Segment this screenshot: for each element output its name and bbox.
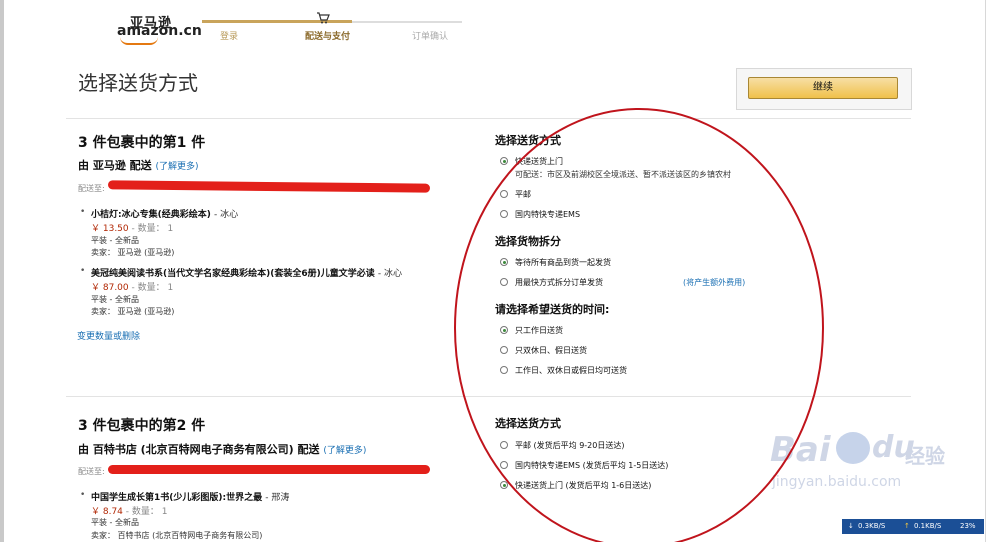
package1-learn-more-link[interactable]: (了解更多) [156, 162, 199, 172]
watermark-cn: 经验 [905, 444, 945, 468]
radio-ship-together[interactable] [500, 258, 508, 266]
option-label: 只工作日送货 [515, 326, 563, 335]
page-title: 选择送货方式 [78, 71, 198, 95]
extra-fee-note: (将产生额外费用) [683, 278, 746, 287]
step-login: 登录 [220, 32, 239, 42]
item-qty: - 数量： 1 [131, 283, 174, 293]
item-author: - 冰心 [377, 269, 402, 279]
radio-split-fastest[interactable] [500, 278, 508, 286]
item-price-value: ￥ 8.74 [91, 507, 123, 517]
item-qty: - 数量： 1 [131, 224, 174, 234]
step-shipping-payment: 配送与支付 [305, 32, 351, 42]
window-left-edge [0, 0, 4, 542]
option-label: 平邮 (发货后平均 9-20日送达) [515, 441, 625, 450]
item-author: - 冰心 [213, 210, 239, 220]
item-author: - 邢涛 [265, 493, 290, 503]
option-label: 国内特快专递EMS (发货后平均 1-5日送达) [515, 461, 669, 470]
option-label: 平邮 [515, 190, 531, 199]
radio-ems[interactable] [500, 210, 508, 218]
paw-icon [836, 432, 870, 464]
item-title: 中国学生成长第1书(少儿彩图版):世界之最 - 邢涛 [91, 490, 289, 503]
option-label: 快递送货上门 (发货后平均 1-6日送达) [515, 481, 652, 490]
logo-smile-icon [120, 37, 158, 45]
split-heading: 选择货物拆分 [495, 235, 561, 248]
radio-weekends-only[interactable] [500, 346, 508, 354]
item-title-link[interactable]: 中国学生成长第1书(少儿彩图版):世界之最 [91, 493, 262, 503]
step-order-confirm: 订单确认 [412, 32, 449, 42]
continue-button[interactable]: 继续 [748, 77, 898, 99]
shipping-method-heading: 选择送货方式 [495, 134, 561, 147]
option-label: 工作日、双休日或假日均可送货 [515, 366, 627, 375]
vertical-scrollbar[interactable] [985, 0, 1000, 542]
option-label: 快递送货上门 [515, 157, 563, 166]
watermark-logo: Bai [770, 430, 831, 470]
item-seller: 卖家： 亚马逊 (亚马逊) [91, 248, 175, 257]
redaction-mark [107, 180, 431, 193]
radio-any-day[interactable] [500, 366, 508, 374]
option-label: 等待所有商品到货一起发货 [515, 258, 611, 267]
radio-express[interactable] [500, 157, 508, 165]
list-bullet: • [80, 266, 86, 276]
item-price: ￥ 87.00 - 数量： 1 [91, 280, 173, 293]
up-speed: 0.1KB/S [914, 522, 942, 530]
divider [66, 396, 911, 397]
item-price-value: ￥ 13.50 [91, 224, 129, 234]
package1-shipped-by: 由 亚马逊 配送 (了解更多) [78, 157, 199, 173]
down-speed: 0.3KB/S [858, 522, 886, 530]
package1-heading: 3 件包裹中的第1 件 [78, 135, 206, 151]
usage-percent: 23% [960, 522, 976, 530]
network-speed-bar: ↓ 0.3KB/S ↑ 0.1KB/S 23% [842, 519, 984, 534]
radio-surface-mail[interactable] [500, 441, 508, 449]
item-qty: - 数量： 1 [125, 507, 168, 517]
divider [66, 118, 911, 119]
item-title-link[interactable]: 美冠纯美阅读书系(当代文学名家经典彩绘本)(套装全6册)儿童文学必读 [91, 269, 375, 279]
package2-by-label: 由 百特书店 (北京百特网电子商务有限公司) 配送 [78, 443, 320, 456]
option-label: 用最快方式拆分订单发货 [515, 278, 603, 287]
radio-express[interactable] [500, 481, 508, 489]
item-seller: 卖家： 亚马逊 (亚马逊) [91, 307, 175, 316]
radio-ems[interactable] [500, 461, 508, 469]
item-binding: 平装 - 全新品 [91, 518, 139, 527]
package2-learn-more-link[interactable]: (了解更多) [323, 446, 366, 456]
item-seller: 卖家： 百特书店 (北京百特网电子商务有限公司) [91, 531, 263, 540]
shipping-method-heading: 选择送货方式 [495, 417, 561, 430]
change-quantity-link[interactable]: 变更数量或删除 [77, 329, 140, 342]
option-label: 只双休日、假日送货 [515, 346, 587, 355]
item-binding: 平装 - 全新品 [91, 236, 139, 245]
radio-weekdays-only[interactable] [500, 326, 508, 334]
radio-surface-mail[interactable] [500, 190, 508, 198]
item-title: 美冠纯美阅读书系(当代文学名家经典彩绘本)(套装全6册)儿童文学必读 - 冰心 [91, 266, 402, 279]
up-arrow-icon: ↑ [904, 522, 910, 530]
item-price-value: ￥ 87.00 [91, 283, 129, 293]
item-price: ￥ 8.74 - 数量： 1 [91, 504, 167, 517]
list-bullet: • [80, 207, 86, 217]
delivery-time-heading: 请选择希望送货的时间: [495, 303, 610, 316]
item-title: 小桔灯:冰心专集(经典彩绘本) - 冰心 [91, 207, 238, 220]
option-label: 国内特快专递EMS [515, 210, 581, 219]
cart-icon [316, 12, 330, 27]
list-bullet: • [80, 490, 86, 500]
package1-by-label: 由 亚马逊 配送 [78, 159, 152, 172]
down-arrow-icon: ↓ [848, 522, 854, 530]
package1-ship-to-label: 配送至: [78, 184, 105, 193]
delivery-area-note: 可配送：市区及前湖校区全境派送、暂不派送该区的乡镇农村 [515, 170, 731, 179]
package2-ship-to-label: 配送至: [78, 467, 105, 476]
watermark-url: jingyan.baidu.com [772, 474, 902, 490]
package2-shipped-by: 由 百特书店 (北京百特网电子商务有限公司) 配送 (了解更多) [78, 441, 366, 457]
item-binding: 平装 - 全新品 [91, 295, 139, 304]
item-price: ￥ 13.50 - 数量： 1 [91, 221, 173, 234]
package2-heading: 3 件包裹中的第2 件 [78, 418, 206, 434]
redaction-mark [108, 465, 430, 474]
item-title-link[interactable]: 小桔灯:冰心专集(经典彩绘本) [91, 210, 211, 220]
